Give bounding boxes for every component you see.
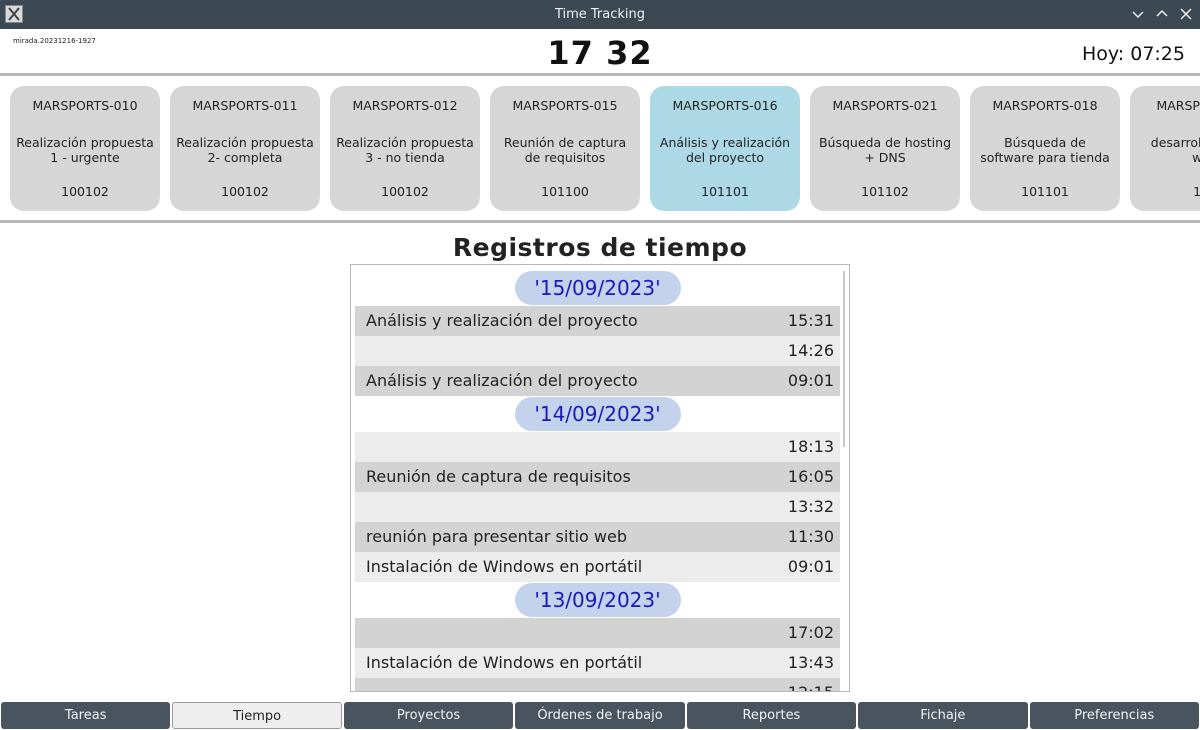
task-code: MARSPORTS-011 [192, 98, 298, 113]
task-card[interactable]: MARSPORTS-018 Búsqueda de software para t… [970, 86, 1120, 211]
record-description: Instalación de Windows en portátil [366, 557, 643, 576]
record-description: Análisis y realización del proyecto [366, 311, 638, 330]
record-time: 14:26 [787, 341, 834, 360]
divider [0, 73, 1200, 76]
task-description: Realización propuesta 1 - urgente [16, 126, 154, 174]
tab-0[interactable]: Tareas [1, 702, 171, 729]
date-label: '13/09/2023' [514, 583, 681, 617]
time-record-row[interactable]: 13:32 [355, 492, 840, 522]
task-description: Análisis y realización del proyecto [656, 126, 794, 174]
header: mirada.20231216-1927 17 32 Hoy: 07:25 [0, 29, 1200, 74]
date-group-header: '14/09/2023' [355, 396, 840, 432]
divider [0, 220, 1200, 223]
task-description-text: Búsqueda de hosting + DNS [818, 135, 952, 165]
task-card[interactable]: MARSPORTS-021 Búsqueda de hosting + DNS 10… [810, 86, 960, 211]
task-code: MARSPORTS-012 [352, 98, 458, 113]
record-time: 15:31 [787, 311, 834, 330]
close-button[interactable] [1178, 6, 1194, 22]
time-record-row[interactable]: 12:15 [355, 678, 840, 691]
time-record-row[interactable]: Instalación de Windows en portátil 13:43 [355, 648, 840, 678]
time-record-row[interactable]: Análisis y realización del proyecto 15:31 [355, 306, 840, 336]
time-record-row[interactable]: Análisis y realización del proyecto 09:01 [355, 366, 840, 396]
time-record-row[interactable]: reunión para presentar sitio web 11:30 [355, 522, 840, 552]
record-time: 17:02 [787, 623, 834, 642]
time-record-row[interactable]: Instalación de Windows en portátil 09:01 [355, 552, 840, 582]
task-description-text: Realización propuesta 2- completa [176, 135, 314, 165]
task-code: MARSPORTS-018 [992, 98, 1098, 113]
date-group-header: '13/09/2023' [355, 582, 840, 618]
task-description: Reunión de captura de requisitos [496, 126, 634, 174]
clock: 17 32 [547, 34, 653, 72]
date-label: '14/09/2023' [514, 397, 681, 431]
record-time: 09:01 [787, 371, 834, 390]
title-bar: Time Tracking [0, 0, 1200, 29]
task-number: 101101 [1021, 184, 1069, 199]
task-card[interactable]: MARSPORTS-015 Reunión de captura de requi… [490, 86, 640, 211]
task-code: MARSPORTS-021 [832, 98, 938, 113]
record-time: 16:05 [787, 467, 834, 486]
task-code: MARSPORTS-01 [1156, 98, 1200, 113]
task-number: 101102 [861, 184, 909, 199]
tab-2[interactable]: Proyectos [343, 702, 514, 729]
record-description: Análisis y realización del proyecto [366, 371, 638, 390]
tab-6[interactable]: Preferencias [1029, 702, 1199, 729]
task-description: desarrollo página web [1136, 126, 1200, 174]
task-description: Realización propuesta 2- completa [176, 126, 314, 174]
tab-3[interactable]: Órdenes de trabajo [515, 702, 685, 729]
task-description-text: desarrollo página web [1150, 135, 1200, 165]
task-description-text: Reunión de captura de requisitos [503, 135, 627, 165]
scrollbar[interactable] [843, 271, 845, 447]
task-card[interactable]: MARSPORTS-016 Análisis y realización del … [650, 86, 800, 211]
task-number: 100102 [221, 184, 269, 199]
window-title: Time Tracking [554, 7, 646, 22]
record-time: 18:13 [787, 437, 834, 456]
record-time: 13:32 [787, 497, 834, 516]
task-number: 100102 [381, 184, 429, 199]
task-description: Realización propuesta 3 - no tienda [336, 126, 474, 174]
task-card[interactable]: MARSPORTS-011 Realización propuesta 2- co… [170, 86, 320, 211]
task-number: 101 [1193, 184, 1200, 199]
tab-5[interactable]: Fichaje [858, 702, 1028, 729]
record-time: 12:15 [788, 678, 834, 691]
task-code: MARSPORTS-010 [32, 98, 138, 113]
record-description: reunión para presentar sitio web [366, 527, 627, 546]
record-time: 11:30 [787, 527, 834, 546]
task-description-text: Búsqueda de software para tienda [980, 135, 1110, 165]
task-number: 100102 [61, 184, 109, 199]
record-time: 09:01 [787, 557, 834, 576]
task-description: Búsqueda de software para tienda [976, 126, 1114, 174]
today-total: Hoy: 07:25 [1082, 43, 1185, 65]
maximize-button[interactable] [1154, 6, 1170, 22]
page-title: Registros de tiempo [452, 233, 748, 262]
task-code: MARSPORTS-016 [672, 98, 778, 113]
records-rows: '15/09/2023' Análisis y realización del p… [355, 270, 840, 691]
bottom-tabs: Tareas Tiempo Proyectos Órdenes de trabajo R… [0, 702, 1200, 729]
time-record-row[interactable]: 14:26 [355, 336, 840, 366]
record-description: Instalación de Windows en portátil [366, 653, 643, 672]
tab-4[interactable]: Reportes [686, 702, 857, 729]
date-group-header: '15/09/2023' [355, 270, 840, 306]
tab-1[interactable]: Tiempo [172, 702, 342, 729]
time-records-list: '15/09/2023' Análisis y realización del p… [350, 264, 850, 692]
date-label: '15/09/2023' [514, 271, 681, 305]
time-record-row[interactable]: 17:02 [355, 618, 840, 648]
task-description: Búsqueda de hosting + DNS [816, 126, 954, 174]
task-number: 101101 [701, 184, 749, 199]
minimize-button[interactable] [1130, 6, 1146, 22]
time-record-row[interactable]: Reunión de captura de requisitos 16:05 [355, 462, 840, 492]
task-card[interactable]: MARSPORTS-012 Realización propuesta 3 - n… [330, 86, 480, 211]
task-description-text: Análisis y realización del proyecto [659, 135, 791, 165]
task-card[interactable]: MARSPORTS-01 desarrollo página web 101 [1130, 86, 1200, 211]
task-description-text: Realización propuesta 3 - no tienda [336, 135, 474, 165]
task-code: MARSPORTS-015 [512, 98, 618, 113]
task-cards: MARSPORTS-010 Realización propuesta 1 - u… [0, 77, 1200, 220]
time-record-row[interactable]: 18:13 [355, 432, 840, 462]
record-time: 13:43 [787, 653, 834, 672]
task-description-text: Realización propuesta 1 - urgente [16, 135, 154, 165]
task-card[interactable]: MARSPORTS-010 Realización propuesta 1 - u… [10, 86, 160, 211]
record-description: Reunión de captura de requisitos [366, 467, 631, 486]
task-number: 101100 [541, 184, 589, 199]
